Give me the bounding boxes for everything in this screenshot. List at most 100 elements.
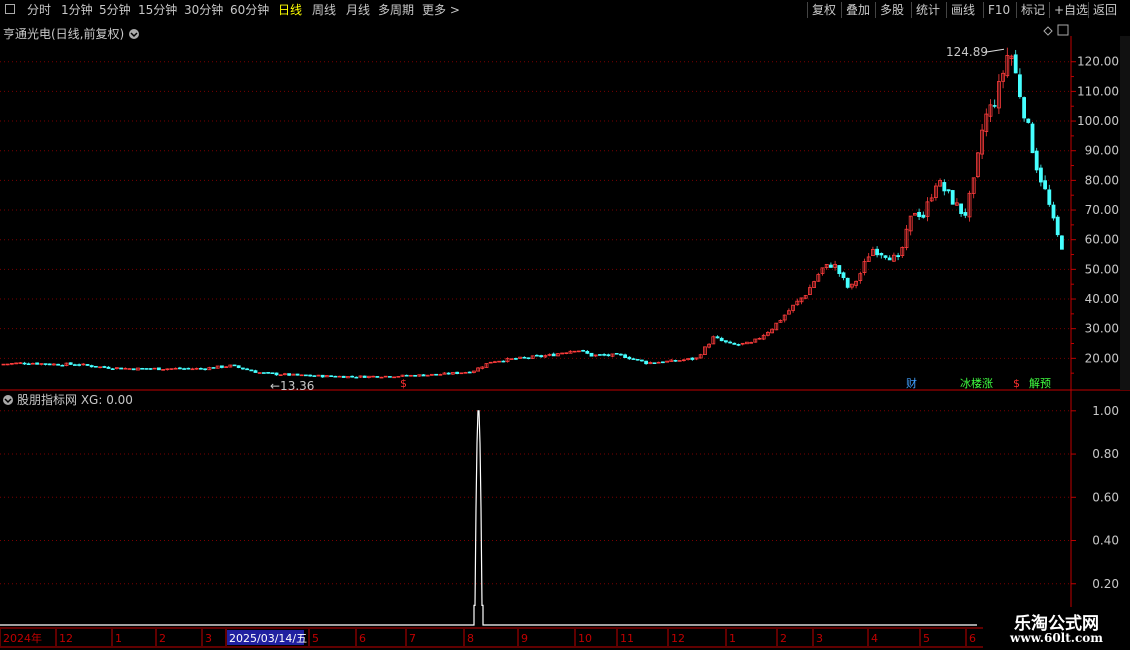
candle-body bbox=[131, 368, 136, 371]
candle-body bbox=[165, 368, 170, 371]
candle-body bbox=[1051, 204, 1056, 219]
candle-body bbox=[354, 376, 359, 379]
candle-body bbox=[719, 337, 724, 342]
candle-body bbox=[182, 368, 187, 370]
candle-body bbox=[656, 361, 661, 364]
candle-body bbox=[362, 375, 367, 378]
toolbar-button-2[interactable]: 多股 bbox=[880, 0, 904, 20]
candle-body bbox=[728, 341, 732, 344]
candle-body bbox=[60, 364, 65, 367]
candle-body bbox=[589, 352, 594, 357]
candle-body bbox=[18, 362, 23, 364]
candle-body bbox=[253, 370, 258, 373]
candle-body bbox=[883, 255, 888, 258]
tab-10[interactable]: 更多 > bbox=[422, 0, 460, 20]
event-marker: 冰楼涨 bbox=[960, 376, 993, 390]
candle-body bbox=[274, 372, 279, 376]
tab-9[interactable]: 多周期 bbox=[378, 0, 414, 20]
event-marker: $ bbox=[400, 377, 407, 390]
candle-body bbox=[623, 354, 627, 359]
watermark: 乐淘公式网 www.60lt.com bbox=[983, 607, 1130, 650]
x-tick-label: 3 bbox=[205, 632, 212, 645]
candle-body bbox=[303, 374, 308, 377]
candle-body bbox=[1, 363, 6, 366]
candle-body bbox=[68, 362, 73, 365]
toolbar-button-0[interactable]: 复权 bbox=[812, 0, 836, 20]
tab-6[interactable]: 日线 bbox=[278, 0, 302, 20]
candle-body bbox=[1055, 216, 1060, 236]
candle-body bbox=[161, 369, 166, 371]
toolbar-button-1[interactable]: 叠加 bbox=[846, 0, 870, 20]
candle-body bbox=[287, 373, 292, 376]
x-tick-label: 12 bbox=[671, 632, 685, 645]
tab-7[interactable]: 周线 bbox=[312, 0, 336, 20]
candle-body bbox=[198, 368, 203, 370]
x-tick-label: 4 bbox=[871, 632, 878, 645]
candle-body bbox=[102, 366, 107, 368]
toolbar-button-7[interactable]: +自选 bbox=[1054, 0, 1088, 20]
checkbox-icon[interactable] bbox=[5, 4, 15, 14]
price-tick-label: 80.00 bbox=[1085, 173, 1119, 187]
x-tick-label: 3 bbox=[816, 632, 823, 645]
tab-1[interactable]: 1分钟 bbox=[61, 0, 93, 20]
candle-body bbox=[337, 375, 342, 378]
candle-body bbox=[467, 371, 472, 374]
candle-body bbox=[371, 375, 376, 378]
x-tick-label: 1 bbox=[729, 632, 736, 645]
candle-body bbox=[455, 371, 460, 375]
x-tick-label: 5 bbox=[312, 632, 319, 645]
tab-3[interactable]: 15分钟 bbox=[138, 0, 177, 20]
event-marker: $ bbox=[1013, 377, 1020, 390]
tab-8[interactable]: 月线 bbox=[346, 0, 370, 20]
price-tick-label: 110.00 bbox=[1077, 84, 1119, 98]
watermark-url: www.60lt.com bbox=[1010, 631, 1103, 645]
toolbar-button-5[interactable]: F10 bbox=[988, 0, 1010, 20]
candle-body bbox=[341, 375, 346, 378]
candle-body bbox=[245, 368, 250, 371]
tab-5[interactable]: 60分钟 bbox=[230, 0, 269, 20]
candle-body bbox=[77, 364, 81, 366]
candle-body bbox=[946, 189, 951, 192]
candle-body bbox=[959, 203, 963, 214]
candle-body bbox=[950, 190, 955, 205]
candle-body bbox=[219, 365, 224, 368]
candle-body bbox=[585, 350, 590, 354]
toolbar-button-4[interactable]: 画线 bbox=[951, 0, 975, 20]
candle-body bbox=[1030, 123, 1035, 154]
candle-body bbox=[845, 277, 850, 288]
candle-body bbox=[577, 350, 581, 353]
candle-body bbox=[522, 356, 527, 359]
price-tick-label: 30.00 bbox=[1085, 322, 1119, 336]
candle-body bbox=[408, 374, 413, 377]
candle-body bbox=[98, 366, 102, 369]
tab-2[interactable]: 5分钟 bbox=[99, 0, 131, 20]
candle-body bbox=[350, 375, 355, 378]
candle-body bbox=[631, 358, 636, 360]
candle-body bbox=[602, 354, 606, 356]
candle-body bbox=[715, 336, 720, 339]
candle-body bbox=[152, 367, 157, 370]
candle-body bbox=[257, 372, 262, 374]
candle-body bbox=[22, 362, 27, 365]
candle-body bbox=[1047, 189, 1052, 205]
tab-4[interactable]: 30分钟 bbox=[184, 0, 223, 20]
candle-body bbox=[1022, 97, 1026, 119]
candle-body bbox=[606, 354, 611, 357]
toolbar-button-3[interactable]: 统计 bbox=[916, 0, 940, 20]
tab-0[interactable]: 分时 bbox=[27, 0, 51, 20]
candle-body bbox=[690, 357, 695, 360]
candle-body bbox=[732, 342, 737, 345]
candle-body bbox=[190, 368, 195, 371]
x-tick-label: 2 bbox=[780, 632, 787, 645]
toolbar-button-6[interactable]: 标记 bbox=[1021, 0, 1045, 20]
event-marker: 财 bbox=[906, 376, 917, 390]
candle-body bbox=[278, 374, 283, 376]
candle-body bbox=[43, 363, 48, 365]
right-edge-strip bbox=[1120, 36, 1130, 390]
price-tick-label: 20.00 bbox=[1085, 351, 1119, 365]
candle-body bbox=[379, 376, 384, 379]
candle-body bbox=[640, 359, 644, 362]
candle-body bbox=[173, 367, 178, 370]
toolbar-button-8[interactable]: 返回 bbox=[1093, 0, 1117, 20]
candle-body bbox=[564, 352, 569, 354]
